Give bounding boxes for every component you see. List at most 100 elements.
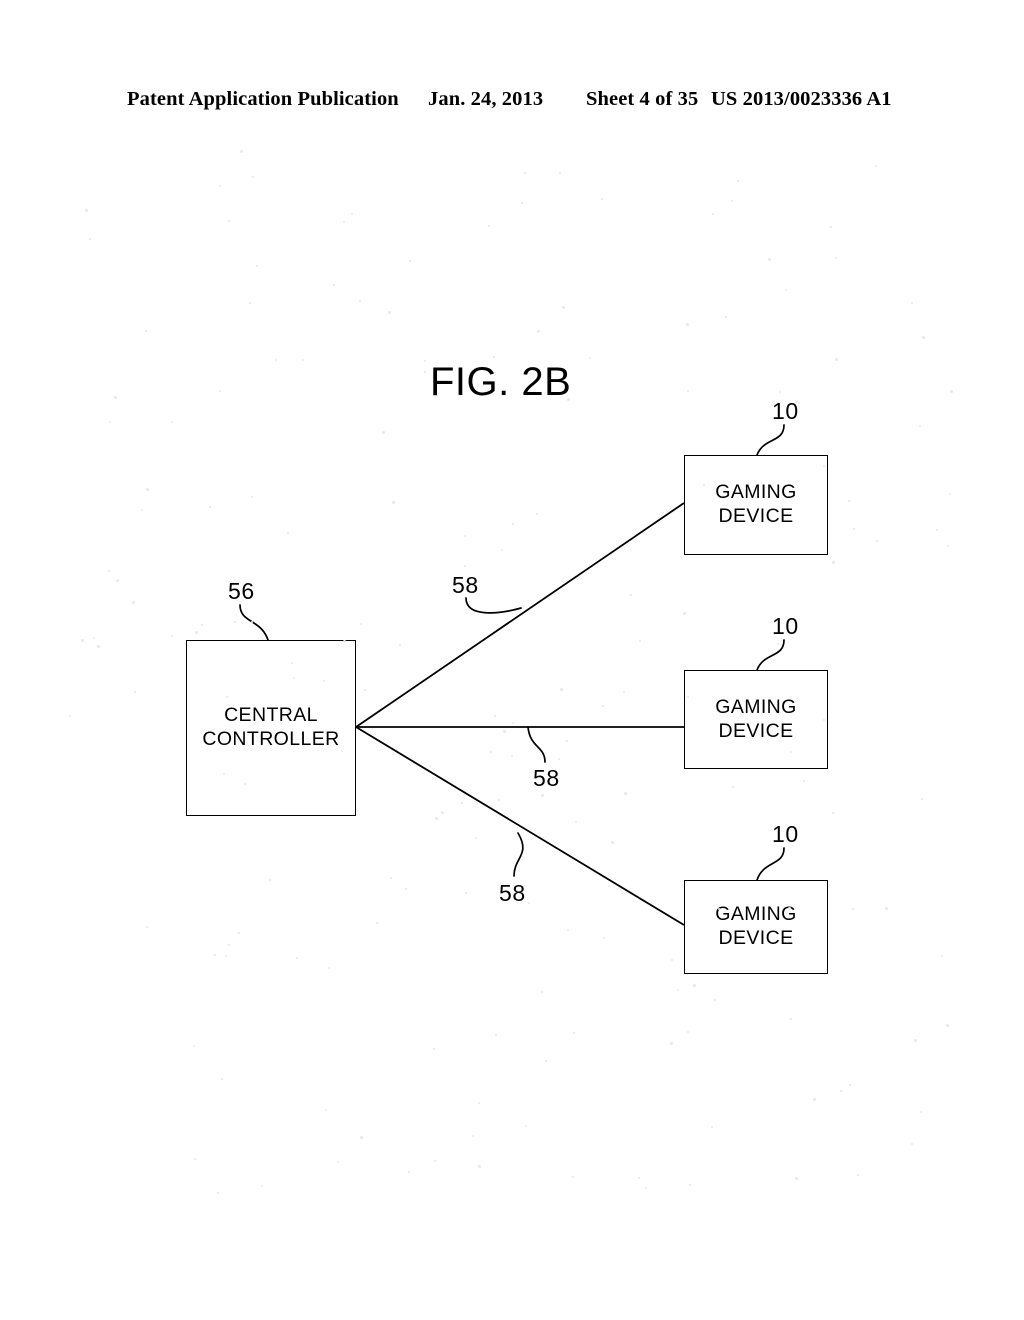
scan-speckle (170, 635, 173, 638)
gaming-device-node-top: GAMING DEVICE (684, 455, 828, 555)
scan-speckle (949, 492, 952, 495)
scan-speckle (92, 636, 95, 639)
scan-speckle (777, 642, 780, 645)
scan-speckle (108, 421, 111, 424)
scan-speckle (286, 531, 289, 534)
scan-speckle (767, 258, 771, 262)
scan-speckle (848, 499, 851, 502)
scan-speckle (874, 164, 877, 167)
scan-speckle (913, 1039, 917, 1043)
scan-speckle (645, 1186, 648, 1189)
gaming-device-node-middle: GAMING DEVICE (684, 670, 828, 769)
scan-speckle (337, 1160, 340, 1163)
reference-numeral-58-top: 58 (452, 572, 479, 598)
central-controller-node: CENTRAL CONTROLLER (186, 640, 356, 816)
scan-speckle (237, 931, 240, 934)
scan-speckle (194, 630, 198, 634)
reference-numeral-58-bottom: 58 (499, 880, 526, 906)
scan-speckle (784, 288, 787, 291)
reference-numeral-10-middle: 10 (772, 613, 799, 639)
scan-speckle (535, 512, 538, 515)
connection-line-top (355, 502, 685, 728)
scan-speckle (511, 754, 514, 757)
reference-numeral-58-middle: 58 (533, 765, 560, 791)
scan-speckle (623, 791, 627, 795)
scan-speckle (921, 336, 925, 340)
scan-speckle (233, 620, 236, 623)
scan-speckle (545, 1059, 548, 1062)
scan-speckle (407, 1170, 410, 1173)
scan-speckle (465, 891, 468, 894)
gaming-device-node-bottom: GAMING DEVICE (684, 880, 828, 974)
scan-speckle (637, 1177, 640, 1180)
scan-speckle (527, 901, 530, 904)
scan-speckle (936, 528, 939, 531)
scan-speckle (502, 729, 506, 733)
central-controller-label: CENTRAL CONTROLLER (202, 704, 340, 750)
scan-speckle (84, 209, 88, 212)
figure-title: FIG. 2B (430, 360, 572, 404)
scan-speckle (107, 569, 110, 572)
scan-speckle (823, 718, 826, 721)
scan-speckle (492, 355, 495, 358)
scan-speckle (686, 389, 689, 392)
scan-speckle (471, 1134, 474, 1137)
scan-speckle (80, 638, 84, 642)
scan-speckle (392, 500, 396, 504)
scan-speckle (363, 688, 366, 691)
scan-speckle (434, 816, 438, 820)
scan-speckle (423, 370, 426, 373)
scan-speckle (69, 714, 72, 717)
scan-speckle (424, 359, 426, 362)
leader-line-link-top (465, 597, 522, 614)
leader-line-gaming-device-bottom (756, 847, 785, 881)
scan-speckle (243, 783, 246, 786)
scan-speckle (360, 1135, 364, 1139)
scan-speckle (494, 1033, 497, 1036)
gaming-device-middle-label: GAMING DEVICE (715, 695, 797, 742)
scan-speckle (797, 401, 800, 404)
scan-speckle (286, 710, 290, 714)
scan-speckle (852, 527, 855, 530)
scan-speckle (350, 213, 353, 216)
scan-speckle (787, 906, 791, 910)
scan-speckle (293, 676, 296, 679)
scan-speckle (113, 395, 117, 399)
scan-speckle (475, 836, 478, 839)
scan-speckle (342, 221, 345, 224)
scan-speckle (795, 1176, 799, 1180)
scan-speckle (603, 936, 606, 939)
scan-speckle (571, 1175, 574, 1178)
figure-2b: FIG. 2B CENTRAL CONTROLLER GAMING DEVICE… (0, 0, 1024, 1320)
scan-speckle (328, 966, 331, 969)
scan-speckle (831, 560, 835, 564)
leader-line-link-bottom (513, 832, 524, 877)
scan-speckle (375, 921, 378, 924)
reference-numeral-10-bottom: 10 (772, 821, 799, 847)
scan-speckle (918, 424, 921, 427)
gaming-device-bottom-label: GAMING DEVICE (715, 903, 797, 949)
scan-speckle (387, 310, 391, 314)
scan-speckle (566, 929, 569, 932)
figure-vector-overlay (239, 424, 785, 926)
scan-speckle (910, 1142, 913, 1145)
scan-speckle (301, 358, 304, 361)
scan-speckle (432, 1047, 435, 1050)
scan-speckle (834, 256, 837, 259)
scan-speckle (97, 644, 101, 648)
leader-line-gaming-device-top (756, 424, 785, 456)
scan-speckle (834, 357, 838, 361)
leader-line-central-controller (239, 604, 269, 641)
scan-speckle (511, 522, 514, 525)
leader-line-gaming-device-middle (756, 639, 785, 671)
scan-speckle (730, 199, 733, 202)
reference-numeral-56: 56 (228, 578, 255, 604)
scan-speckle (812, 1097, 816, 1101)
scan-speckle (295, 956, 298, 959)
leader-line-link-middle (527, 726, 546, 763)
scan-speckle (214, 953, 217, 956)
scan-speckle (686, 695, 689, 698)
scan-speckle (731, 785, 734, 788)
scan-speckle (600, 198, 603, 201)
scan-speckle (218, 389, 221, 392)
